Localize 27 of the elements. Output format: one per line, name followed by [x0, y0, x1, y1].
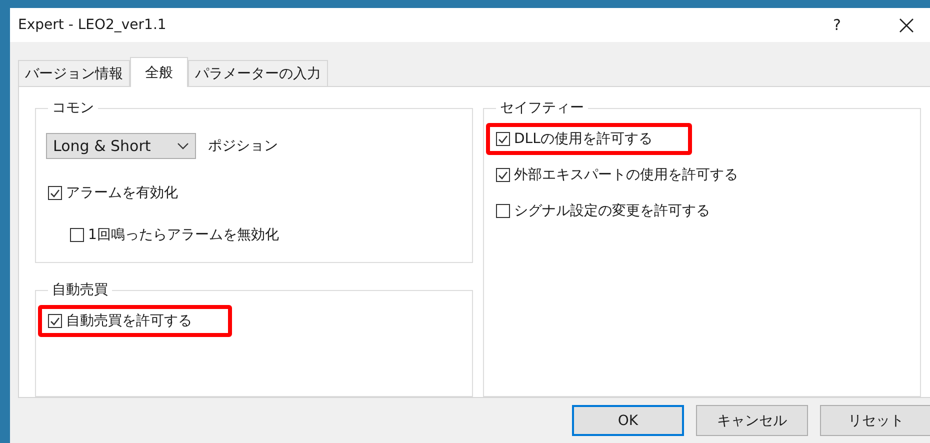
checkbox[interactable]	[496, 168, 510, 182]
group-title: セイフティー	[499, 99, 585, 117]
checkbox[interactable]	[48, 314, 62, 328]
checkbox-label: 1回鳴ったらアラームを無効化	[88, 226, 279, 244]
dialog-button[interactable]: OK	[572, 405, 684, 436]
position-dropdown[interactable]: Long & Short	[46, 133, 196, 159]
tab[interactable]: バージョン情報	[18, 60, 130, 86]
checkbox-label: DLLの使用を許可する	[514, 130, 652, 148]
checkbox[interactable]	[496, 132, 510, 146]
window-title: Expert - LEO2_ver1.1	[18, 17, 168, 33]
checkbox[interactable]	[48, 186, 62, 200]
checkbox[interactable]	[496, 204, 510, 218]
help-button[interactable]: ?	[827, 16, 847, 34]
checkbox[interactable]	[70, 228, 84, 242]
checkbox-label: シグナル設定の変更を許可する	[514, 202, 710, 220]
checkbox-label: アラームを有効化	[66, 184, 178, 202]
checkbox-label: 外部エキスパートの使用を許可する	[514, 166, 738, 184]
dropdown-label: ポジション	[208, 137, 278, 155]
checkbox-label: 自動売買を許可する	[66, 312, 192, 330]
dialog-button[interactable]: リセット	[820, 405, 930, 436]
tab[interactable]: 全般	[130, 57, 188, 87]
group-title: コモン	[51, 99, 95, 117]
chevron-down-icon	[177, 142, 189, 150]
close-icon[interactable]	[899, 18, 914, 32]
group-title: 自動売買	[51, 281, 109, 299]
dialog-button[interactable]: キャンセル	[696, 405, 808, 436]
tab[interactable]: パラメーターの入力	[188, 60, 328, 86]
